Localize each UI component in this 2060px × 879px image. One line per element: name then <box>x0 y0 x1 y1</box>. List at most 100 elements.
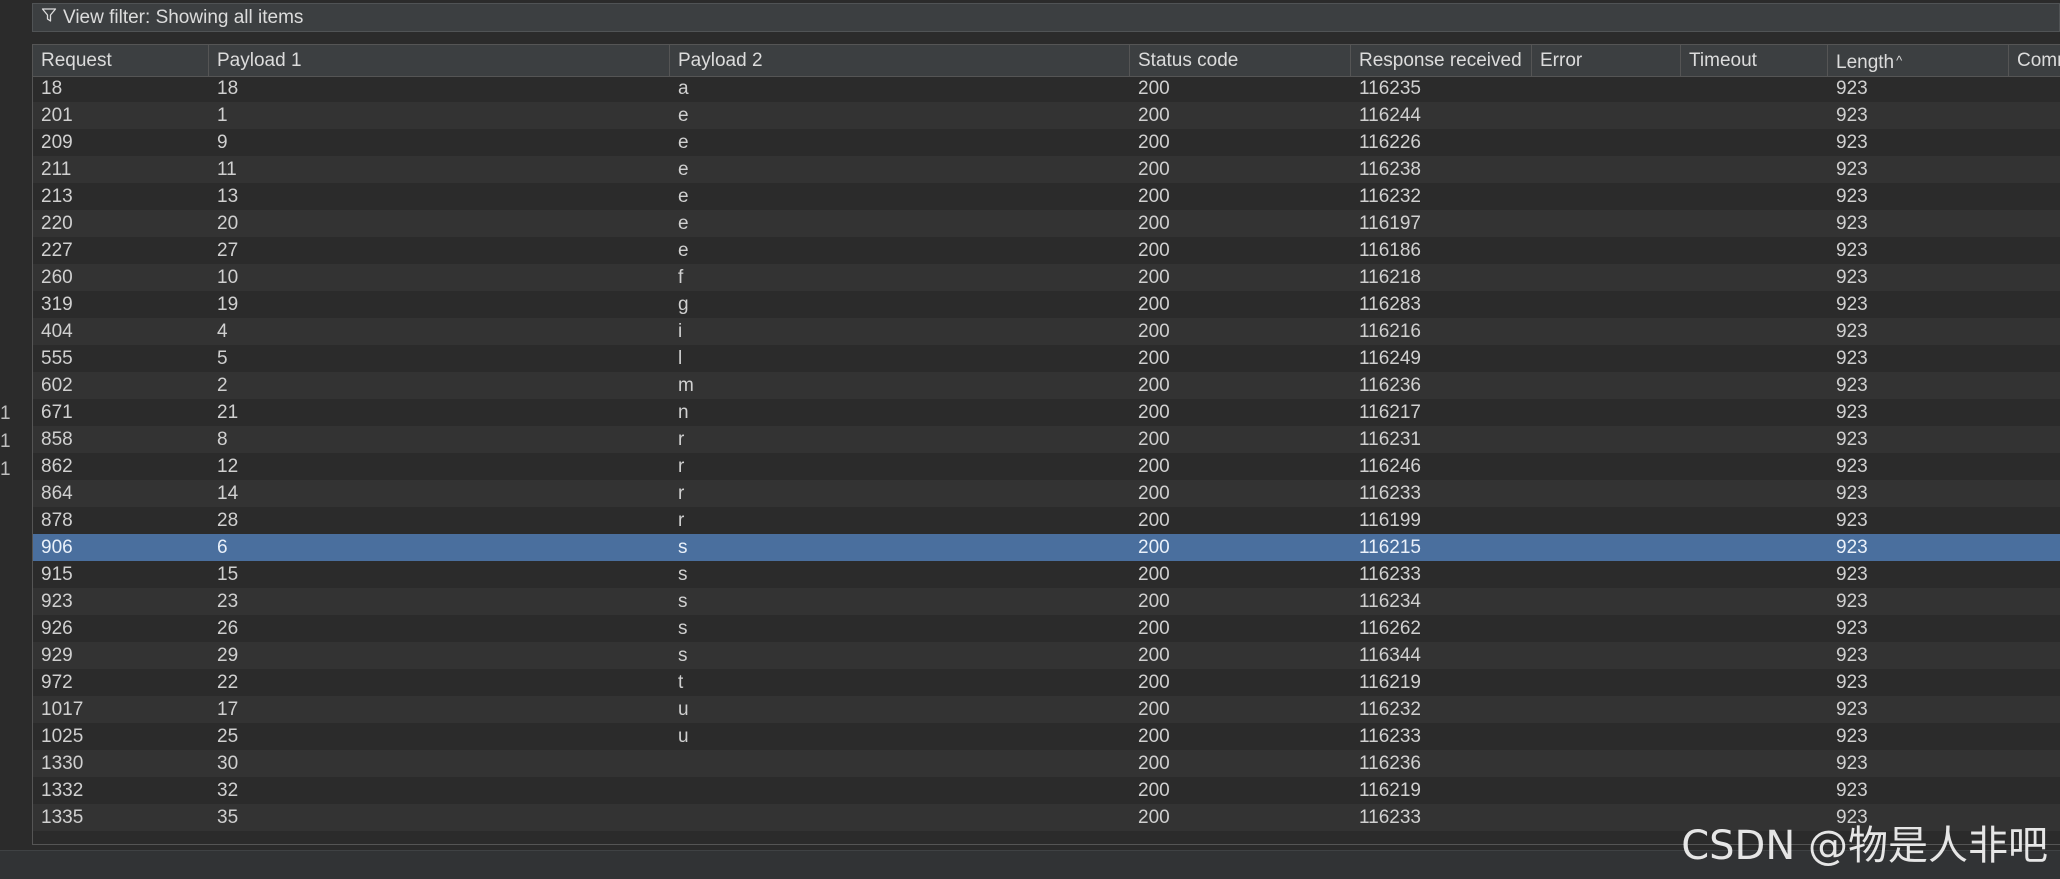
table-row[interactable]: 220 20 e 200 116197 923 <box>33 210 2060 237</box>
cell-comment <box>2009 210 2060 237</box>
watermark: CSDN @物是人非吧 <box>1681 823 2048 869</box>
cell-comment <box>2009 291 2060 318</box>
cell-payload-1: 13 <box>217 186 239 207</box>
cell-status-code: 200 <box>1138 267 1170 288</box>
cell-payload-1: 28 <box>217 510 239 531</box>
cell-payload-2 <box>670 750 1130 777</box>
cell-timeout <box>1681 750 1828 777</box>
cell-response-received: 116262 <box>1359 618 1421 639</box>
cell-payload-2: e <box>678 240 689 261</box>
table-row[interactable]: 211 11 e 200 116238 923 <box>33 156 2060 183</box>
cell-error <box>1532 615 1681 642</box>
cell-timeout <box>1681 561 1828 588</box>
table-row[interactable]: 862 12 r 200 116246 923 <box>33 453 2060 480</box>
table-row[interactable]: 864 14 r 200 116233 923 <box>33 480 2060 507</box>
table-row[interactable]: 858 8 r 200 116231 923 <box>33 426 2060 453</box>
column-header-status-code[interactable]: Status code <box>1130 45 1351 76</box>
table-row[interactable]: 260 10 f 200 116218 923 <box>33 264 2060 291</box>
cell-length: 923 <box>1836 645 1868 666</box>
column-header-response-received[interactable]: Response received <box>1351 45 1532 76</box>
cell-request: 906 <box>41 537 73 558</box>
cell-timeout <box>1681 669 1828 696</box>
cell-payload-2: g <box>678 294 689 315</box>
cell-timeout <box>1681 372 1828 399</box>
results-table[interactable]: 1344442001162379221818a2001162359232011e… <box>32 44 2060 845</box>
cell-comment <box>2009 345 2060 372</box>
cell-response-received: 116215 <box>1359 537 1421 558</box>
cell-error <box>1532 291 1681 318</box>
table-row[interactable]: 915 15 s 200 116233 923 <box>33 561 2060 588</box>
table-row[interactable]: 1025 25 u 200 116233 923 <box>33 723 2060 750</box>
cell-request: 671 <box>41 402 73 423</box>
intruder-results-panel: View filter: Showing all items 1 1 1 13 4… <box>0 0 2060 879</box>
cell-status-code: 200 <box>1138 699 1170 720</box>
cell-error <box>1532 156 1681 183</box>
table-row[interactable]: 201 1 e 200 116244 923 <box>33 102 2060 129</box>
table-row[interactable]: 878 28 r 200 116199 923 <box>33 507 2060 534</box>
cell-status-code: 200 <box>1138 780 1170 801</box>
cell-timeout <box>1681 453 1828 480</box>
cell-request: 1332 <box>41 780 84 801</box>
cell-length: 923 <box>1836 780 1868 801</box>
table-row[interactable]: 404 4 i 200 116216 923 <box>33 318 2060 345</box>
column-header-length[interactable]: Length ^ <box>1828 45 2009 76</box>
table-row[interactable]: 1017 17 u 200 116232 923 <box>33 696 2060 723</box>
results-table-body[interactable]: 1344442001162379221818a2001162359232011e… <box>33 48 2060 831</box>
cell-error <box>1532 426 1681 453</box>
column-header-error[interactable]: Error <box>1532 45 1681 76</box>
table-row[interactable]: 602 2 m 200 116236 923 <box>33 372 2060 399</box>
table-row[interactable]: 671 21 n 200 116217 923 <box>33 399 2060 426</box>
view-filter-bar[interactable]: View filter: Showing all items <box>32 3 2060 32</box>
cell-payload-1: 12 <box>217 456 239 477</box>
cell-comment <box>2009 102 2060 129</box>
table-row[interactable]: 926 26 s 200 116262 923 <box>33 615 2060 642</box>
cell-error <box>1532 210 1681 237</box>
cell-timeout <box>1681 777 1828 804</box>
cell-length: 923 <box>1836 402 1868 423</box>
table-row[interactable]: 213 13 e 200 116232 923 <box>33 183 2060 210</box>
cell-status-code: 200 <box>1138 483 1170 504</box>
column-header-payload-2[interactable]: Payload 2 <box>670 45 1130 76</box>
cell-response-received: 116233 <box>1359 483 1421 504</box>
cell-error <box>1532 372 1681 399</box>
cell-response-received: 116344 <box>1359 645 1421 666</box>
table-row[interactable]: 227 27 e 200 116186 923 <box>33 237 2060 264</box>
cell-response-received: 116226 <box>1359 132 1421 153</box>
table-row[interactable]: 906 6 s 200 116215 923 <box>33 534 2060 561</box>
cell-payload-1: 19 <box>217 294 239 315</box>
cell-error <box>1532 318 1681 345</box>
cell-error <box>1532 696 1681 723</box>
cell-comment <box>2009 507 2060 534</box>
cell-request: 211 <box>41 159 72 180</box>
table-row[interactable]: 929 29 s 200 116344 923 <box>33 642 2060 669</box>
cell-timeout <box>1681 102 1828 129</box>
cell-length: 923 <box>1836 564 1868 585</box>
cell-timeout <box>1681 696 1828 723</box>
table-row[interactable]: 923 23 s 200 116234 923 <box>33 588 2060 615</box>
cell-error <box>1532 102 1681 129</box>
cell-timeout <box>1681 75 1828 102</box>
cell-length: 923 <box>1836 510 1868 531</box>
column-header-request[interactable]: Request <box>33 45 209 76</box>
cell-status-code: 200 <box>1138 159 1170 180</box>
table-row[interactable]: 1330 30 200 116236 923 <box>33 750 2060 777</box>
cell-payload-2: s <box>678 618 688 639</box>
cell-request: 319 <box>41 294 73 315</box>
table-row[interactable]: 319 19 g 200 116283 923 <box>33 291 2060 318</box>
table-row[interactable]: 555 5 l 200 116249 923 <box>33 345 2060 372</box>
cell-length: 923 <box>1836 591 1868 612</box>
table-row[interactable]: 18 18 a 200 116235 923 <box>33 75 2060 102</box>
cell-timeout <box>1681 156 1828 183</box>
cell-response-received: 116216 <box>1359 321 1421 342</box>
column-header-timeout[interactable]: Timeout <box>1681 45 1828 76</box>
table-row[interactable]: 1332 32 200 116219 923 <box>33 777 2060 804</box>
cell-payload-1: 2 <box>217 375 228 396</box>
cell-error <box>1532 804 1681 831</box>
column-header-payload-1[interactable]: Payload 1 <box>209 45 670 76</box>
cell-status-code: 200 <box>1138 294 1170 315</box>
column-header-comment[interactable]: Comm <box>2009 45 2060 76</box>
table-row[interactable]: 972 22 t 200 116219 923 <box>33 669 2060 696</box>
cell-response-received: 116217 <box>1359 402 1421 423</box>
cell-payload-2 <box>670 804 1130 831</box>
table-row[interactable]: 209 9 e 200 116226 923 <box>33 129 2060 156</box>
